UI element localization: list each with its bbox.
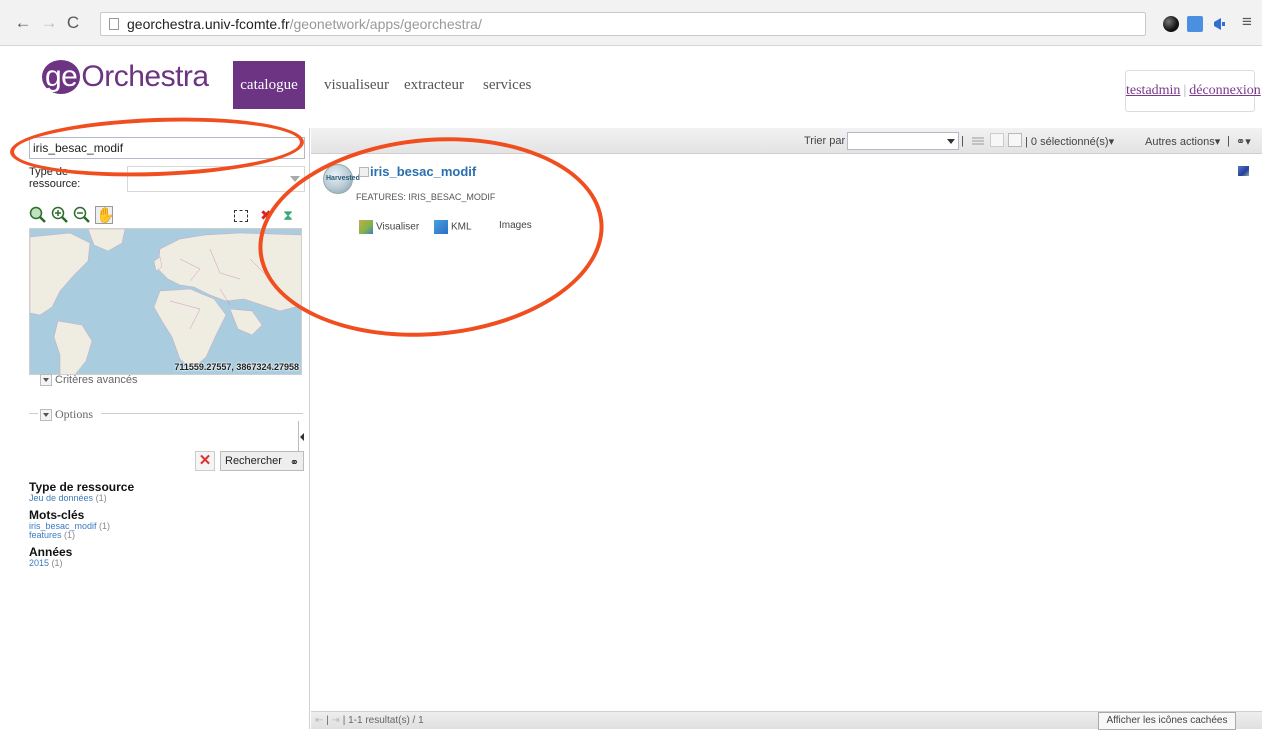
url-path: /geonetwork/apps/georchestra/ (289, 16, 482, 32)
prev-page-icon[interactable]: ⇤ (315, 715, 323, 726)
results-panel: Trier par | | 0 sélectionné(s)▾ Autres a… (311, 128, 1262, 730)
metadata-icon[interactable] (1238, 166, 1249, 176)
extension-globe-icon[interactable] (1163, 16, 1179, 32)
chevron-down-icon (947, 139, 955, 144)
facet-item-dataset[interactable]: Jeu de données (1) (29, 494, 299, 503)
resource-type-label: Type de ressource: (29, 166, 81, 190)
options-line-left (29, 413, 38, 414)
thumbnail-view-icon[interactable] (990, 133, 1004, 147)
search-input[interactable]: iris_besac_modif (29, 137, 305, 159)
user-separator: | (1183, 83, 1187, 98)
binoculars-icon: ⚭ (289, 457, 299, 469)
facet-item-count: (1) (64, 530, 76, 540)
world-map-graphic (30, 229, 301, 374)
username-link[interactable]: testadmin (1126, 83, 1180, 98)
search-button-label: Rechercher (225, 455, 282, 467)
forward-arrow-icon[interactable]: → (40, 13, 58, 33)
map-toolbar: ✋ ✖ ⧗ (29, 204, 305, 228)
images-label: Images (499, 220, 532, 231)
pan-hand-icon[interactable]: ✋ (95, 206, 115, 224)
options-line-right (101, 413, 303, 414)
logo-text: Orchestra (81, 60, 209, 93)
facet-item-label: 2015 (29, 558, 50, 568)
layer-extent-icon[interactable]: ⧗ (279, 206, 297, 224)
facet-item-keyword[interactable]: features (1) (29, 531, 299, 540)
search-button[interactable]: Rechercher ⚭ (220, 451, 304, 471)
detail-view-icon[interactable] (1008, 133, 1022, 147)
toolbar-separator: | (1227, 135, 1230, 147)
results-toolbar: Trier par | | 0 sélectionné(s)▾ Autres a… (311, 128, 1262, 154)
clear-selection-icon[interactable]: ✖ (257, 206, 275, 224)
advanced-criteria-label: Critères avancés (55, 374, 138, 386)
facet-item-count: (1) (99, 521, 111, 531)
show-hidden-icons-button[interactable]: Afficher les icônes cachées (1098, 712, 1236, 730)
georchestra-logo[interactable]: ge Orchestra (42, 60, 209, 94)
facet-item-year[interactable]: 2015 (1) (29, 559, 299, 568)
back-arrow-icon[interactable]: ← (14, 13, 32, 33)
logout-link[interactable]: déconnexion (1189, 83, 1261, 98)
search-panel: iris_besac_modif Type de ressource: ✋ ✖ … (0, 128, 310, 729)
pager-text: | 1-1 resultat(s) / 1 (342, 715, 424, 726)
link-menu-icon[interactable]: ⚭▾ (1236, 135, 1251, 148)
facet-item-label: Jeu de données (29, 493, 94, 503)
zoom-to-extent-icon[interactable] (29, 206, 47, 224)
result-title[interactable]: iris_besac_modif (370, 164, 476, 179)
facet-title-years: Années (29, 545, 73, 559)
facets: Type de ressource Jeu de données (1) Mot… (29, 481, 299, 568)
panel-collapse-handle[interactable] (298, 421, 304, 453)
overview-map[interactable]: 711559.27557, 3867324.27958 (29, 228, 302, 375)
nav-services[interactable]: services (483, 77, 531, 94)
page-icon (109, 18, 119, 30)
facet-item-label: features (29, 530, 62, 540)
chevron-down-icon (290, 176, 300, 182)
kml-label: KML (451, 221, 472, 233)
options-legend: Options (40, 407, 94, 422)
draw-box-icon[interactable] (234, 210, 248, 222)
kml-link[interactable]: KML (434, 220, 472, 234)
advanced-criteria-toggle[interactable]: Critères avancés (40, 374, 138, 387)
selected-count[interactable]: | 0 sélectionné(s)▾ (1025, 135, 1114, 148)
map-coordinates: 711559.27557, 3867324.27958 (174, 362, 299, 372)
visualiser-label: Visualiser (376, 221, 420, 233)
kml-icon (434, 220, 448, 234)
map-view-icon (359, 220, 373, 234)
hamburger-menu-icon[interactable]: ≡ (1238, 12, 1256, 32)
result-checkbox[interactable] (359, 167, 369, 177)
options-label: Options (55, 407, 94, 421)
expand-icon (40, 374, 52, 387)
nav-visualiseur[interactable]: visualiseur (324, 77, 389, 94)
sort-select[interactable] (847, 132, 959, 150)
facet-item-count: (1) (95, 493, 107, 503)
address-bar[interactable]: georchestra.univ-fcomte.fr/geonetwork/ap… (100, 12, 1146, 36)
expand-icon (40, 409, 52, 422)
images-link[interactable]: Images (499, 220, 532, 231)
result-subtitle: FEATURES: IRIS_BESAC_MODIF (356, 192, 496, 202)
sort-label: Trier par (804, 135, 846, 147)
list-view-icon[interactable] (971, 134, 985, 148)
toolbar-separator: | (961, 135, 964, 147)
translate-extension-icon[interactable] (1187, 16, 1203, 32)
pager: ⇤ | ⇥ | 1-1 resultat(s) / 1 (315, 715, 424, 726)
megaphone-extension-icon[interactable] (1213, 16, 1227, 32)
browser-toolbar: ← → C georchestra.univ-fcomte.fr/geonetw… (0, 0, 1262, 46)
facet-item-count: (1) (51, 558, 63, 568)
other-actions-menu[interactable]: Autres actions▾ (1145, 135, 1220, 148)
visualiser-link[interactable]: Visualiser (359, 220, 419, 234)
reset-search-button[interactable]: ✕ (195, 451, 215, 471)
url-host: georchestra.univ-fcomte.fr (127, 16, 290, 32)
site-header: ge Orchestra catalogue visualiseur extrac… (0, 46, 1262, 128)
zoom-in-icon[interactable] (51, 206, 69, 224)
zoom-out-icon[interactable] (73, 206, 91, 224)
results-pager-bar: ⇤ | ⇥ | 1-1 resultat(s) / 1 Afficher les… (311, 711, 1262, 730)
nav-extracteur[interactable]: extracteur (404, 77, 464, 94)
next-page-icon[interactable]: ⇥ (332, 715, 340, 726)
nav-catalogue[interactable]: catalogue (233, 61, 305, 109)
resource-type-select[interactable] (127, 166, 305, 192)
result-item: Harvested iris_besac_modif FEATURES: IRI… (323, 160, 1223, 240)
logo-ge: ge (42, 60, 81, 94)
user-box: testadmin | déconnexion (1125, 70, 1261, 112)
harvested-thumbnail[interactable]: Harvested (323, 164, 360, 194)
thumbnail-label: Harvested (326, 175, 360, 182)
reload-icon[interactable]: C (64, 13, 82, 33)
